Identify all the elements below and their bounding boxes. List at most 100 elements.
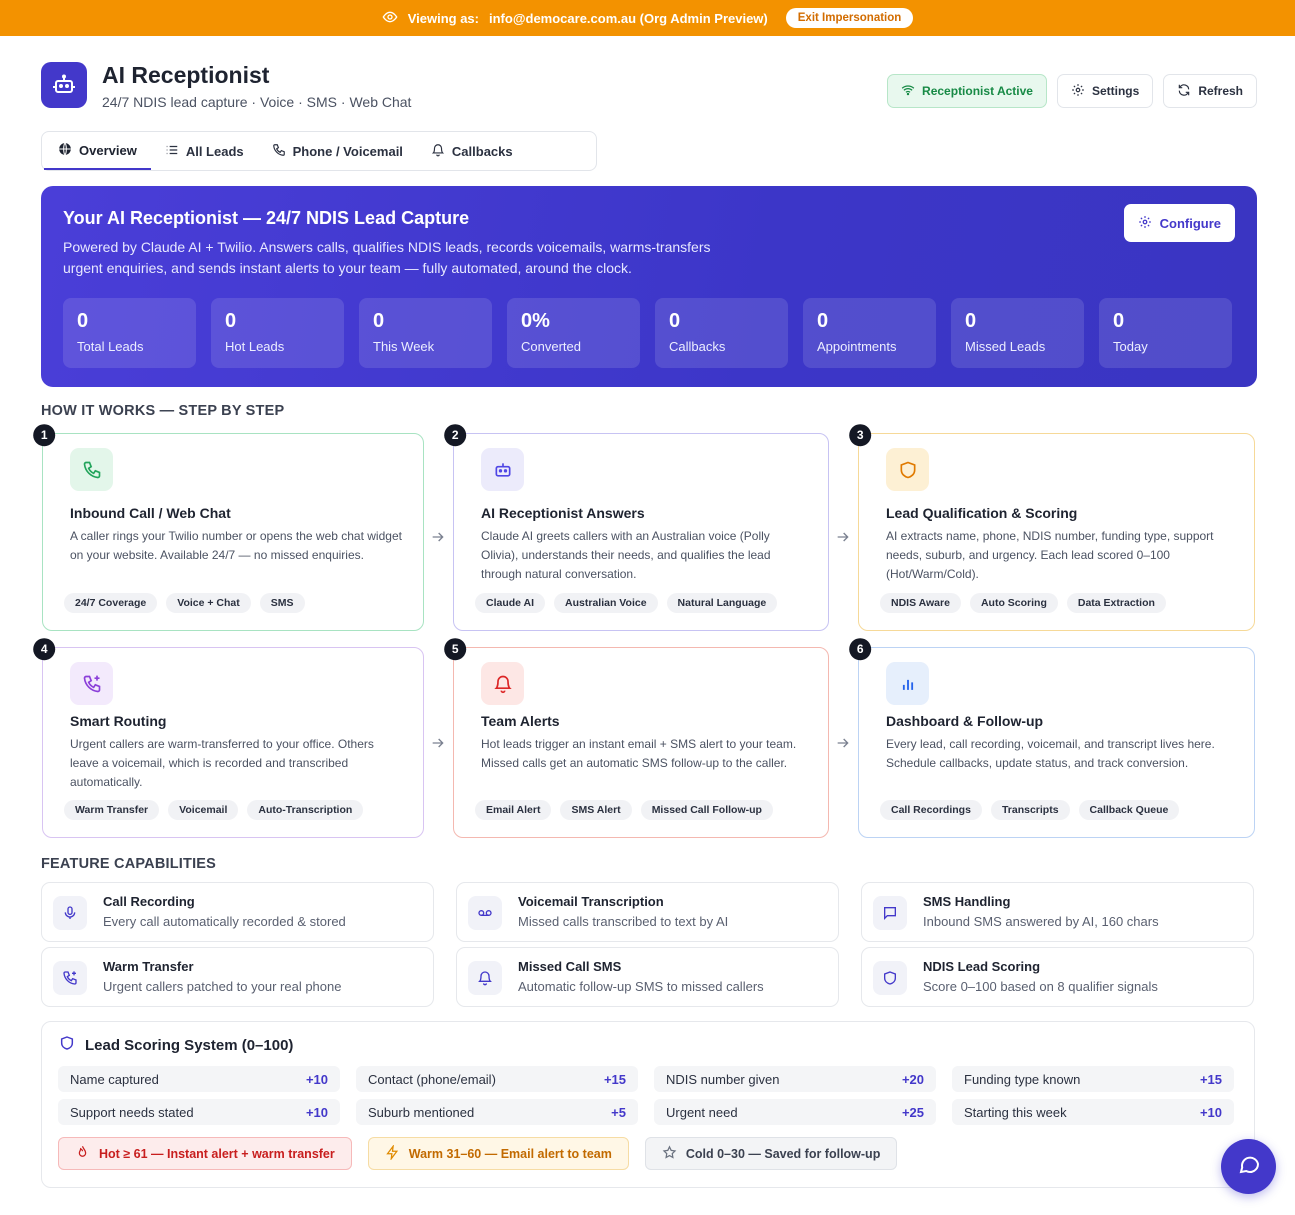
configure-button[interactable]: Configure [1123,204,1235,242]
step-tag: Warm Transfer [64,800,160,820]
feature-ndis-lead-scoring: NDIS Lead Scoring Score 0–100 based on 8… [861,947,1254,1007]
stat-value: 0 [817,310,829,332]
score-item: NDIS number given +20 [654,1066,936,1092]
tab-label: Callbacks [451,143,513,159]
tab-callbacks[interactable]: Callbacks [417,132,527,170]
stat-value: 0 [77,310,89,332]
stat-this-week[interactable]: 0 This Week [359,298,492,368]
step-description: Claude AI greets callers with an Austral… [481,529,771,581]
feature-title: NDIS Lead Scoring [923,959,1041,974]
score-item: Starting this week +10 [952,1099,1234,1125]
stat-missed-leads[interactable]: 0 Missed Leads [951,298,1084,368]
gear-icon [1071,83,1085,100]
step-description: A caller rings your Twilio number or ope… [70,529,402,562]
list-icon [165,143,179,160]
bar-chart-icon [886,662,929,705]
gear-icon [1138,215,1152,232]
phone-forward-icon [70,662,113,705]
feature-warm-transfer: Warm Transfer Urgent callers patched to … [41,947,434,1007]
globe-icon [58,142,72,159]
step-description: Hot leads trigger an instant email + SMS… [481,737,797,770]
step-number: 1 [33,424,56,447]
arrow-right-icon [432,738,444,748]
legend-label: Cold 0–30 — Saved for follow-up [685,1146,881,1161]
step-number: 2 [444,424,467,447]
exit-impersonation-button[interactable]: Exit Impersonation [785,8,914,28]
stat-total-leads[interactable]: 0 Total Leads [63,298,196,368]
tab-bar: Overview All Leads Phone / Voicemail Cal… [41,131,597,171]
score-points: +10 [305,1071,328,1087]
wifi-icon [901,83,915,100]
phone-icon [272,143,286,160]
tab-overview[interactable]: Overview [44,132,151,170]
stat-callbacks[interactable]: 0 Callbacks [655,298,788,368]
score-points: +20 [901,1071,924,1087]
step-tag: Data Extraction [1066,593,1166,613]
stat-value: 0 [965,310,977,332]
step-description: AI extracts name, phone, NDIS number, fu… [886,529,1214,581]
chat-launcher-button[interactable] [1221,1139,1276,1194]
step-tag: Auto-Transcription [247,800,364,820]
flame-icon [75,1145,90,1163]
step-title: Dashboard & Follow-up [886,713,1044,729]
how-it-works-title: HOW IT WORKS — STEP BY STEP [41,403,285,419]
lead-scoring-panel: Lead Scoring System (0–100) Name capture… [41,1021,1255,1188]
step-card-5: 5 Team Alerts Hot leads trigger an insta… [444,638,829,838]
refresh-label: Refresh [1198,84,1243,98]
stat-label: Appointments [817,339,897,354]
score-label: Name captured [70,1071,159,1087]
step-tag: SMS [259,593,305,613]
feature-title: SMS Handling [923,894,1011,909]
step-title: Lead Qualification & Scoring [886,505,1078,521]
eye-icon [382,9,398,28]
configure-label: Configure [1159,215,1221,231]
step-tag: Voice + Chat [166,593,251,613]
arrow-right-icon [432,532,444,542]
stat-hot-leads[interactable]: 0 Hot Leads [211,298,344,368]
step-card-3: 3 Lead Qualification & Scoring AI extrac… [849,424,1255,631]
step-card-2: 2 AI Receptionist Answers Claude AI gree… [444,424,829,631]
step-description: Urgent callers are warm-transferred to y… [70,737,374,789]
step-number: 3 [849,424,872,447]
stat-value: 0% [521,310,550,332]
stat-label: This Week [373,339,435,354]
feature-missed-call-sms: Missed Call SMS Automatic follow-up SMS … [456,947,839,1007]
legend-label: Warm 31–60 — Email alert to team [408,1146,612,1161]
score-label: Funding type known [964,1071,1081,1087]
step-tag: Natural Language [666,593,778,613]
settings-button[interactable]: Settings [1056,74,1154,108]
score-label: Support needs stated [70,1104,194,1120]
score-label: Suburb mentioned [368,1104,475,1120]
star-icon [662,1144,677,1163]
refresh-button[interactable]: Refresh [1163,74,1257,108]
shield-icon [886,448,929,491]
step-tag: Voicemail [168,800,239,820]
hero-description: Powered by Claude AI + Twilio. Answers c… [63,239,711,276]
step-tag: Email Alert [475,800,552,820]
shield-icon [873,961,907,995]
stat-value: 0 [1113,310,1125,332]
page-subtitle: 24/7 NDIS lead capture · Voice · SMS · W… [102,94,412,110]
step-title: Smart Routing [70,713,167,729]
score-label: NDIS number given [666,1071,780,1087]
bolt-icon [385,1143,400,1163]
tab-phone-voicemail[interactable]: Phone / Voicemail [258,132,417,170]
tab-all-leads[interactable]: All Leads [151,132,258,170]
step-tag: NDIS Aware [880,593,961,613]
features-title: FEATURE CAPABILITIES [41,856,217,872]
scoring-title: Lead Scoring System (0–100) [85,1036,294,1054]
feature-description: Every call automatically recorded & stor… [103,914,346,929]
score-label: Urgent need [666,1104,738,1120]
stat-label: Hot Leads [225,339,285,354]
feature-title: Call Recording [103,894,195,909]
score-item: Contact (phone/email) +15 [356,1066,638,1092]
receptionist-active-button[interactable]: Receptionist Active [887,74,1047,108]
settings-label: Settings [1091,84,1140,98]
stat-appointments[interactable]: 0 Appointments [803,298,936,368]
stat-converted[interactable]: 0% Converted [507,298,640,368]
shield-icon [59,1035,75,1055]
stat-today[interactable]: 0 Today [1099,298,1232,368]
arrow-right-icon [837,532,849,542]
step-number: 4 [33,638,56,661]
feature-title: Warm Transfer [103,959,194,974]
